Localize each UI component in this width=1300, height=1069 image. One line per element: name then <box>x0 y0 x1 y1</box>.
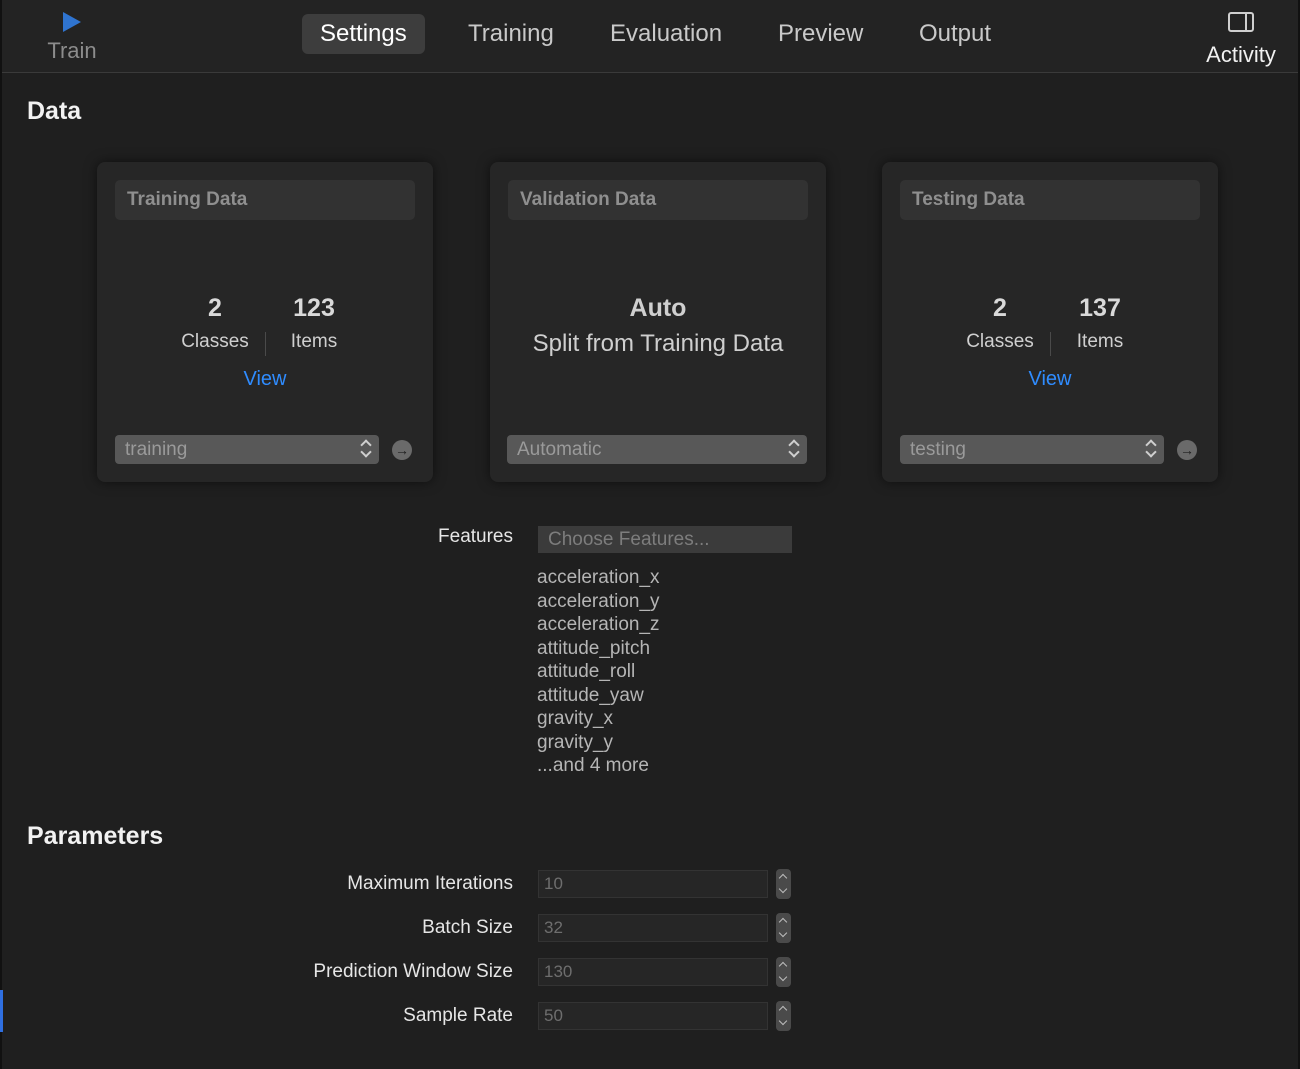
batch-size-field[interactable]: 32 <box>538 914 768 942</box>
feature-list: acceleration_x acceleration_y accelerati… <box>537 566 660 778</box>
list-item: acceleration_y <box>537 590 660 612</box>
train-label: Train <box>47 38 97 63</box>
training-classes-count: 2 <box>208 294 222 322</box>
testing-source-popup[interactable]: testing <box>900 435 1164 464</box>
window-edge-left <box>0 0 2 1069</box>
training-items-label: Items <box>290 331 338 352</box>
tab-preview[interactable]: Preview <box>760 14 881 54</box>
choose-features-button[interactable]: Choose Features... <box>538 526 792 553</box>
testing-classes-count: 2 <box>993 294 1007 322</box>
testing-stats: 2 Classes 137 Items <box>882 294 1218 364</box>
sample-rate-row: Sample Rate 50 <box>0 1001 800 1032</box>
prediction-window-stepper[interactable] <box>776 957 791 987</box>
prediction-window-field[interactable]: 130 <box>538 958 768 986</box>
max-iterations-field[interactable]: 10 <box>538 870 768 898</box>
play-icon <box>63 12 81 32</box>
max-iterations-label: Maximum Iterations <box>347 873 513 894</box>
tab-settings[interactable]: Settings <box>302 14 425 54</box>
validation-data-header: Validation Data <box>508 180 808 220</box>
list-item: attitude_yaw <box>537 684 644 706</box>
tab-evaluation[interactable]: Evaluation <box>592 14 740 54</box>
training-data-header: Training Data <box>115 180 415 220</box>
batch-size-stepper[interactable] <box>776 913 791 943</box>
prediction-window-label: Prediction Window Size <box>313 961 513 982</box>
training-view-link[interactable]: View <box>97 368 433 391</box>
list-item: attitude_pitch <box>537 637 651 659</box>
sample-rate-stepper[interactable] <box>776 1001 791 1031</box>
training-items-stat: 123 Items <box>264 294 364 353</box>
max-iterations-row: Maximum Iterations 10 <box>0 869 800 900</box>
tab-training[interactable]: Training <box>450 14 572 54</box>
training-source-value: training <box>125 439 188 460</box>
training-classes-stat: 2 Classes <box>165 294 265 353</box>
testing-classes-stat: 2 Classes <box>950 294 1050 353</box>
testing-items-count: 137 <box>1079 294 1121 322</box>
batch-size-row: Batch Size 32 <box>0 913 800 944</box>
testing-data-header: Testing Data <box>900 180 1200 220</box>
validation-data-card: Validation Data Auto Split from Training… <box>490 162 826 482</box>
training-source-popup[interactable]: training <box>115 435 379 464</box>
list-item: attitude_roll <box>537 661 636 682</box>
toolbar: Train Settings Training Evaluation Previ… <box>2 0 1298 73</box>
training-stats: 2 Classes 123 Items <box>97 294 433 364</box>
list-item: gravity_y <box>537 731 614 753</box>
testing-data-card: Testing Data 2 Classes 137 Items View te… <box>882 162 1218 482</box>
validation-source-value: Automatic <box>517 439 602 460</box>
tab-output[interactable]: Output <box>901 14 1009 54</box>
training-data-card: Training Data 2 Classes 123 Items View t… <box>97 162 433 482</box>
list-item: gravity_x <box>537 708 614 729</box>
list-item-more: ...and 4 more <box>537 755 649 776</box>
chevron-updown-icon <box>789 439 799 459</box>
parameters-section-title: Parameters <box>27 822 164 850</box>
sidebar-toggle-icon <box>1228 12 1254 32</box>
validation-auto-title: Auto <box>629 294 687 322</box>
validation-auto-subtitle: Split from Training Data <box>532 330 784 357</box>
train-button[interactable]: Train <box>32 8 112 68</box>
testing-classes-label: Classes <box>966 331 1034 352</box>
activity-label: Activity <box>1206 42 1276 67</box>
testing-items-label: Items <box>1076 331 1124 352</box>
testing-items-stat: 137 Items <box>1050 294 1150 353</box>
features-label: Features <box>438 526 513 547</box>
list-item: acceleration_x <box>537 567 660 588</box>
testing-reveal-arrow-icon[interactable]: → <box>1177 440 1197 460</box>
chevron-updown-icon <box>361 439 371 459</box>
prediction-window-row: Prediction Window Size 130 <box>0 957 800 988</box>
max-iterations-stepper[interactable] <box>776 869 791 899</box>
list-item: acceleration_z <box>537 614 660 635</box>
training-reveal-arrow-icon[interactable]: → <box>392 440 412 460</box>
validation-source-popup[interactable]: Automatic <box>507 435 807 464</box>
batch-size-label: Batch Size <box>422 917 513 938</box>
sample-rate-label: Sample Rate <box>403 1005 513 1026</box>
sample-rate-field[interactable]: 50 <box>538 1002 768 1030</box>
testing-source-value: testing <box>910 439 966 460</box>
chevron-updown-icon <box>1146 439 1156 459</box>
training-classes-label: Classes <box>181 331 249 352</box>
testing-view-link[interactable]: View <box>882 368 1218 391</box>
activity-button[interactable]: Activity <box>1196 8 1286 68</box>
training-items-count: 123 <box>293 294 335 322</box>
data-section-title: Data <box>27 97 82 125</box>
